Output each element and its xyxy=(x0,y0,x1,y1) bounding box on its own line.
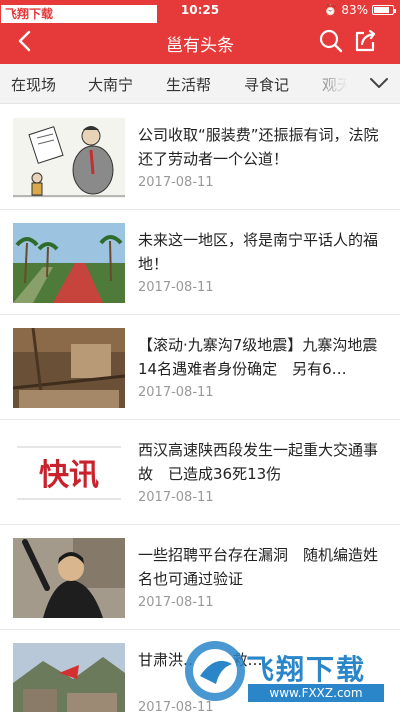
article-thumbnail xyxy=(13,643,125,712)
article-date: 2017-08-11 xyxy=(138,280,214,295)
article-title: 公司收取“服装费”还振振有词，法院还了劳动者一个公道！ xyxy=(138,126,379,168)
article-date: 2017-08-11 xyxy=(138,595,214,610)
article-thumbnail xyxy=(13,328,125,408)
battery-fill xyxy=(374,7,389,13)
fxxz-logo-icon xyxy=(185,641,245,701)
tabs-fade xyxy=(300,64,360,103)
article-thumbnail xyxy=(13,118,125,198)
article-thumbnail: 快讯 xyxy=(13,433,125,513)
watermark-top: 飞翔下载 www.FXXZ.com xyxy=(0,4,158,39)
article-title: 【滚动·九寨沟7级地震】九寨沟地震14名遇难者身份确定 另有6… xyxy=(138,336,378,378)
app-header: 10:25 ⏰ 83% 飞翔下载 www.FXXZ.com 邕有头条 xyxy=(0,0,400,64)
watermark-bottom: 飞翔下载 www.FXXZ.com xyxy=(180,632,400,712)
watermark-brand: 飞翔下载 xyxy=(246,653,367,686)
article-date: 2017-08-11 xyxy=(138,490,214,505)
status-right: ⏰ 83% xyxy=(323,3,396,17)
tab-zaixianchang[interactable]: 在现场 xyxy=(11,74,56,95)
category-tabs: 在现场 大南宁 生活帮 寻食记 观天 xyxy=(0,64,400,104)
article-title: 西汉高速陕西段发生一起重大交通事故 已造成36死13伤 xyxy=(138,441,379,483)
search-icon[interactable] xyxy=(318,28,344,54)
share-icon[interactable] xyxy=(352,28,378,54)
tab-danan-ning[interactable]: 大南宁 xyxy=(88,74,133,95)
article-thumbnail xyxy=(13,538,125,618)
tab-shenghuobang[interactable]: 生活帮 xyxy=(166,74,211,95)
article-date: 2017-08-11 xyxy=(138,175,214,190)
battery-percent: 83% xyxy=(341,3,368,17)
tab-xunshiji[interactable]: 寻食记 xyxy=(244,74,289,95)
article-item[interactable]: 【滚动·九寨沟7级地震】九寨沟地震14名遇难者身份确定 另有6… 2017-08… xyxy=(0,315,400,420)
watermark-url: www.FXXZ.com xyxy=(248,684,384,702)
article-title: 一些招聘平台存在漏洞 随机编造姓名也可通过验证 xyxy=(138,546,379,588)
chevron-down-icon xyxy=(370,78,388,88)
kuaixun-label: 快讯 xyxy=(39,458,99,493)
article-date: 2017-08-11 xyxy=(138,385,214,400)
alarm-icon: ⏰ xyxy=(323,3,338,17)
article-title: 未来这一地区，将是南宁平话人的福地！ xyxy=(138,231,379,273)
tabs-more-button[interactable] xyxy=(360,64,400,103)
article-item[interactable]: 未来这一地区，将是南宁平话人的福地！ 2017-08-11 xyxy=(0,210,400,315)
article-item[interactable]: 一些招聘平台存在漏洞 随机编造姓名也可通过验证 2017-08-11 xyxy=(0,525,400,630)
battery-icon xyxy=(372,5,396,15)
article-thumbnail xyxy=(13,223,125,303)
article-item[interactable]: 快讯 西汉高速陕西段发生一起重大交通事故 已造成36死13伤 2017-08-1… xyxy=(0,420,400,525)
article-item[interactable]: 公司收取“服装费”还振振有词，法院还了劳动者一个公道！ 2017-08-11 xyxy=(0,105,400,210)
